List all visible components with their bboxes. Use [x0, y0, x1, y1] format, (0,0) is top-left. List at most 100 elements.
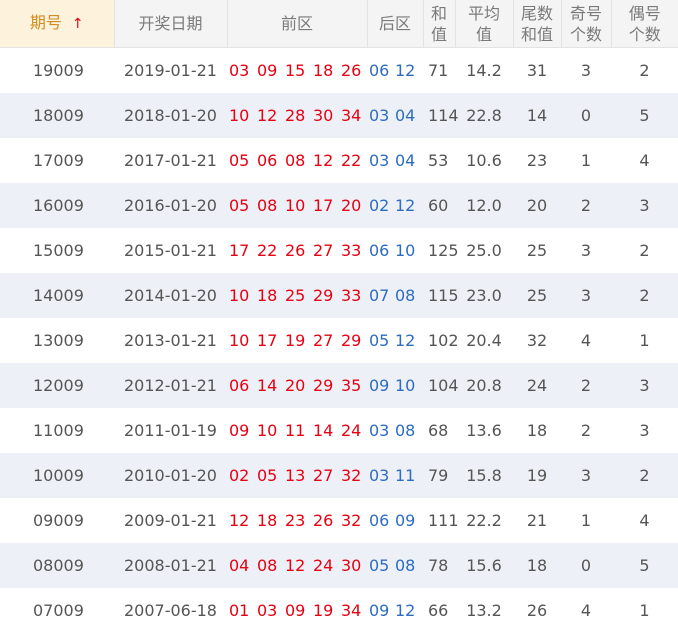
avg-cell: 20.8 — [455, 363, 513, 408]
column-header-date[interactable]: 开奖日期 — [114, 0, 227, 48]
front-number: 11 — [285, 421, 313, 440]
table-row: 070092007-06-18010309193409126613.22641 — [0, 588, 678, 633]
column-header-odd[interactable]: 奇号 个数 — [561, 0, 611, 48]
avg-header-line-1: 平均 — [468, 4, 500, 23]
front-number: 30 — [341, 556, 369, 575]
back-number: 06 — [369, 61, 395, 80]
front-numbers-cell: 0103091934 — [227, 588, 367, 633]
front-number: 08 — [285, 151, 313, 170]
front-header-label: 前区 — [281, 14, 313, 33]
avg-cell: 22.2 — [455, 498, 513, 543]
even-count-cell: 4 — [611, 498, 678, 543]
date-cell: 2018-01-20 — [114, 93, 227, 138]
front-number: 14 — [313, 421, 341, 440]
even-count-cell: 3 — [611, 183, 678, 228]
date-cell: 2011-01-19 — [114, 408, 227, 453]
front-number: 10 — [229, 106, 257, 125]
front-number: 34 — [341, 106, 369, 125]
table-row: 190092019-01-21030915182606127114.23132 — [0, 48, 678, 94]
front-number: 29 — [313, 376, 341, 395]
odd-count-cell: 1 — [561, 138, 611, 183]
front-number: 26 — [285, 241, 313, 260]
sum-cell: 53 — [423, 138, 455, 183]
even-count-cell: 3 — [611, 408, 678, 453]
back-number: 08 — [395, 556, 421, 575]
back-number: 06 — [369, 511, 395, 530]
front-number: 29 — [313, 286, 341, 305]
front-number: 30 — [313, 106, 341, 125]
front-number: 29 — [341, 331, 369, 350]
back-numbers-cell: 0612 — [367, 48, 423, 94]
table-body: 190092019-01-21030915182606127114.231321… — [0, 48, 678, 633]
back-number: 04 — [395, 151, 421, 170]
tail-sum-cell: 20 — [513, 183, 561, 228]
issue-cell: 16009 — [0, 183, 114, 228]
issue-cell: 07009 — [0, 588, 114, 633]
avg-cell: 10.6 — [455, 138, 513, 183]
back-number: 09 — [369, 376, 395, 395]
table-row: 100092010-01-20020513273203117915.81932 — [0, 453, 678, 498]
issue-cell: 08009 — [0, 543, 114, 588]
odd-count-cell: 2 — [561, 408, 611, 453]
date-cell: 2013-01-21 — [114, 318, 227, 363]
back-number: 03 — [369, 106, 395, 125]
avg-cell: 25.0 — [455, 228, 513, 273]
column-header-front[interactable]: 前区 — [227, 0, 367, 48]
back-numbers-cell: 0311 — [367, 453, 423, 498]
front-number: 17 — [229, 241, 257, 260]
column-header-even[interactable]: 偶号 个数 — [611, 0, 678, 48]
front-number: 01 — [229, 601, 257, 620]
front-number: 09 — [229, 421, 257, 440]
sum-cell: 111 — [423, 498, 455, 543]
front-number: 24 — [313, 556, 341, 575]
sum-cell: 71 — [423, 48, 455, 94]
front-number: 22 — [341, 151, 369, 170]
sort-ascending-icon: ↑ — [72, 16, 84, 32]
back-number: 06 — [369, 241, 395, 260]
back-number: 03 — [369, 466, 395, 485]
back-numbers-cell: 0708 — [367, 273, 423, 318]
tail-sum-cell: 14 — [513, 93, 561, 138]
avg-cell: 15.8 — [455, 453, 513, 498]
front-number: 13 — [285, 466, 313, 485]
issue-cell: 14009 — [0, 273, 114, 318]
front-number: 24 — [341, 421, 369, 440]
date-cell: 2015-01-21 — [114, 228, 227, 273]
front-numbers-cell: 0508101720 — [227, 183, 367, 228]
odd-count-cell: 0 — [561, 543, 611, 588]
even-count-cell: 1 — [611, 588, 678, 633]
front-numbers-cell: 0205132732 — [227, 453, 367, 498]
column-header-tail-sum[interactable]: 尾数 和值 — [513, 0, 561, 48]
front-number: 19 — [313, 601, 341, 620]
column-header-issue[interactable]: 期号↑ — [0, 0, 114, 48]
back-number: 05 — [369, 556, 395, 575]
odd-count-cell: 1 — [561, 498, 611, 543]
front-number: 05 — [257, 466, 285, 485]
front-number: 18 — [257, 511, 285, 530]
sum-cell: 68 — [423, 408, 455, 453]
back-numbers-cell: 0910 — [367, 363, 423, 408]
issue-cell: 19009 — [0, 48, 114, 94]
column-header-sum[interactable]: 和 值 — [423, 0, 455, 48]
issue-cell: 15009 — [0, 228, 114, 273]
issue-cell: 18009 — [0, 93, 114, 138]
odd-count-cell: 3 — [561, 453, 611, 498]
front-number: 27 — [313, 331, 341, 350]
front-number: 14 — [257, 376, 285, 395]
table-row: 080092008-01-21040812243005087815.61805 — [0, 543, 678, 588]
table-header: 期号↑ 开奖日期 前区 后区 和 值 平均 值 尾数 和值 — [0, 0, 678, 48]
front-numbers-cell: 1218232632 — [227, 498, 367, 543]
front-number: 19 — [285, 331, 313, 350]
front-number: 23 — [285, 511, 313, 530]
column-header-back[interactable]: 后区 — [367, 0, 423, 48]
front-number: 33 — [341, 241, 369, 260]
column-header-avg[interactable]: 平均 值 — [455, 0, 513, 48]
front-number: 17 — [313, 196, 341, 215]
table-row: 140092014-01-201018252933070811523.02532 — [0, 273, 678, 318]
table-row: 130092013-01-211017192729051210220.43241 — [0, 318, 678, 363]
odd-count-cell: 2 — [561, 183, 611, 228]
odd-header-line-1: 奇号 — [570, 4, 602, 23]
odd-count-cell: 3 — [561, 48, 611, 94]
front-number: 22 — [257, 241, 285, 260]
front-number: 03 — [229, 61, 257, 80]
